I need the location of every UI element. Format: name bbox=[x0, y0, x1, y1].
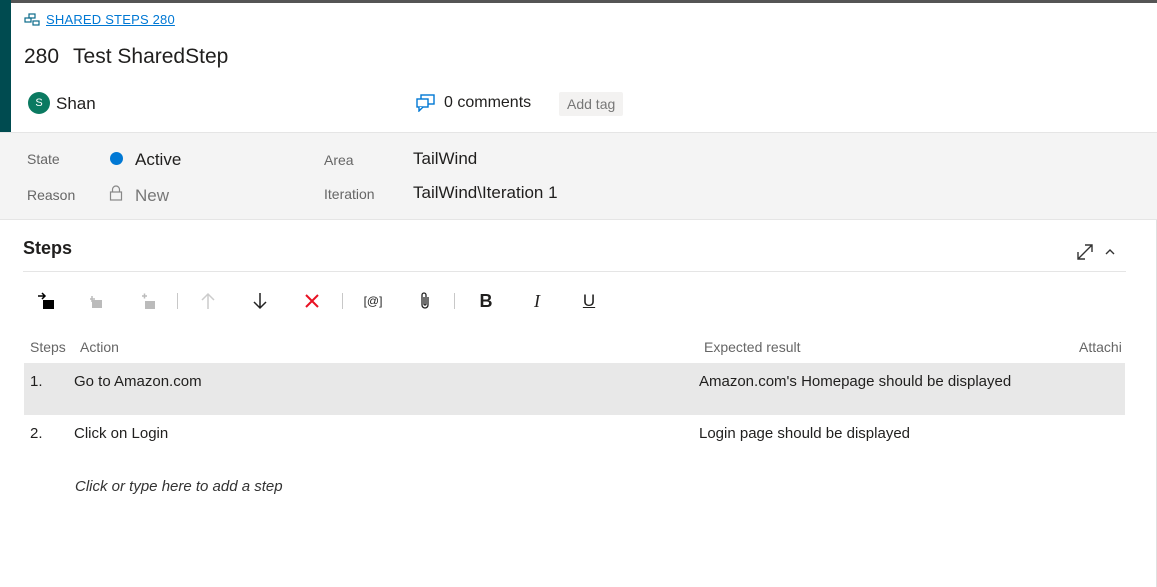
column-header-attachments: Attachi bbox=[1079, 339, 1122, 355]
create-shared-steps-icon bbox=[142, 293, 155, 309]
state-active-indicator bbox=[110, 152, 123, 165]
add-step-input[interactable]: Click or type here to add a step bbox=[75, 478, 283, 495]
work-item-header: SHARED STEPS 280 280 Test SharedStep S S… bbox=[11, 3, 1157, 132]
delete-step-button[interactable] bbox=[300, 288, 324, 314]
insert-step-button[interactable] bbox=[34, 288, 58, 314]
work-item-id: 280 bbox=[24, 45, 60, 68]
comments-button[interactable]: 0 comments bbox=[416, 94, 531, 112]
toolbar-separator bbox=[454, 293, 455, 309]
assigned-to-name[interactable]: Shan bbox=[56, 94, 96, 114]
reason-value: New bbox=[135, 186, 170, 205]
move-up-button[interactable] bbox=[196, 288, 220, 314]
comments-icon bbox=[416, 94, 435, 112]
section-controls bbox=[1076, 243, 1116, 261]
page-title[interactable]: 280 Test SharedStep bbox=[24, 45, 228, 69]
add-tag-button[interactable]: Add tag bbox=[559, 92, 624, 116]
fields-panel bbox=[0, 132, 1157, 220]
area-label: Area bbox=[324, 152, 354, 168]
insert-parameter-button[interactable]: [@] bbox=[361, 288, 385, 314]
work-item-color-bar bbox=[0, 0, 11, 132]
reason-label: Reason bbox=[27, 187, 76, 203]
arrow-up-icon bbox=[201, 292, 215, 309]
comments-count: 0 comments bbox=[444, 94, 532, 111]
table-row[interactable]: 2. Click on Login Login page should be d… bbox=[24, 415, 1125, 467]
italic-button[interactable]: I bbox=[525, 288, 549, 314]
column-header-action: Action bbox=[80, 339, 119, 355]
work-item-type-label[interactable]: SHARED STEPS 280 bbox=[46, 12, 175, 27]
expand-icon[interactable] bbox=[1076, 243, 1094, 261]
table-row[interactable]: 1. Go to Amazon.com Amazon.com's Homepag… bbox=[24, 363, 1125, 415]
move-down-button[interactable] bbox=[248, 288, 272, 314]
create-shared-steps-button[interactable] bbox=[137, 288, 161, 314]
work-item-type-link[interactable]: SHARED STEPS 280 bbox=[24, 11, 175, 27]
avatar[interactable]: S bbox=[28, 92, 50, 114]
step-action[interactable]: Go to Amazon.com bbox=[74, 373, 202, 390]
paperclip-icon bbox=[421, 292, 429, 309]
step-expected-result[interactable]: Login page should be displayed bbox=[699, 425, 910, 442]
toolbar-separator bbox=[177, 293, 178, 309]
bold-button[interactable]: B bbox=[474, 288, 498, 314]
work-item-title[interactable]: Test SharedStep bbox=[73, 45, 228, 69]
toolbar-separator bbox=[342, 293, 343, 309]
step-expected-result[interactable]: Amazon.com's Homepage should be displaye… bbox=[699, 373, 1011, 390]
step-number: 1. bbox=[30, 373, 43, 390]
state-label: State bbox=[27, 151, 60, 167]
step-action[interactable]: Click on Login bbox=[74, 425, 168, 442]
insert-step-icon bbox=[38, 292, 54, 309]
state-dropdown[interactable]: Active bbox=[135, 150, 181, 170]
insert-shared-steps-icon bbox=[90, 296, 102, 308]
column-header-expected: Expected result bbox=[704, 339, 801, 355]
underline-button[interactable]: U bbox=[577, 288, 601, 314]
insert-shared-steps-button[interactable] bbox=[85, 288, 109, 314]
iteration-field[interactable]: TailWind\Iteration 1 bbox=[413, 183, 558, 203]
step-number: 2. bbox=[30, 425, 43, 442]
collapse-chevron-icon[interactable] bbox=[1104, 246, 1116, 258]
iteration-label: Iteration bbox=[324, 186, 375, 202]
column-header-steps: Steps bbox=[30, 339, 66, 355]
lock-icon bbox=[109, 185, 123, 201]
steps-section-title: Steps bbox=[23, 238, 73, 258]
section-divider bbox=[23, 271, 1126, 272]
attach-button[interactable] bbox=[413, 288, 437, 314]
arrow-down-icon bbox=[253, 293, 267, 310]
delete-x-icon bbox=[305, 294, 319, 308]
area-field[interactable]: TailWind bbox=[413, 149, 477, 169]
shared-steps-icon bbox=[24, 13, 40, 26]
